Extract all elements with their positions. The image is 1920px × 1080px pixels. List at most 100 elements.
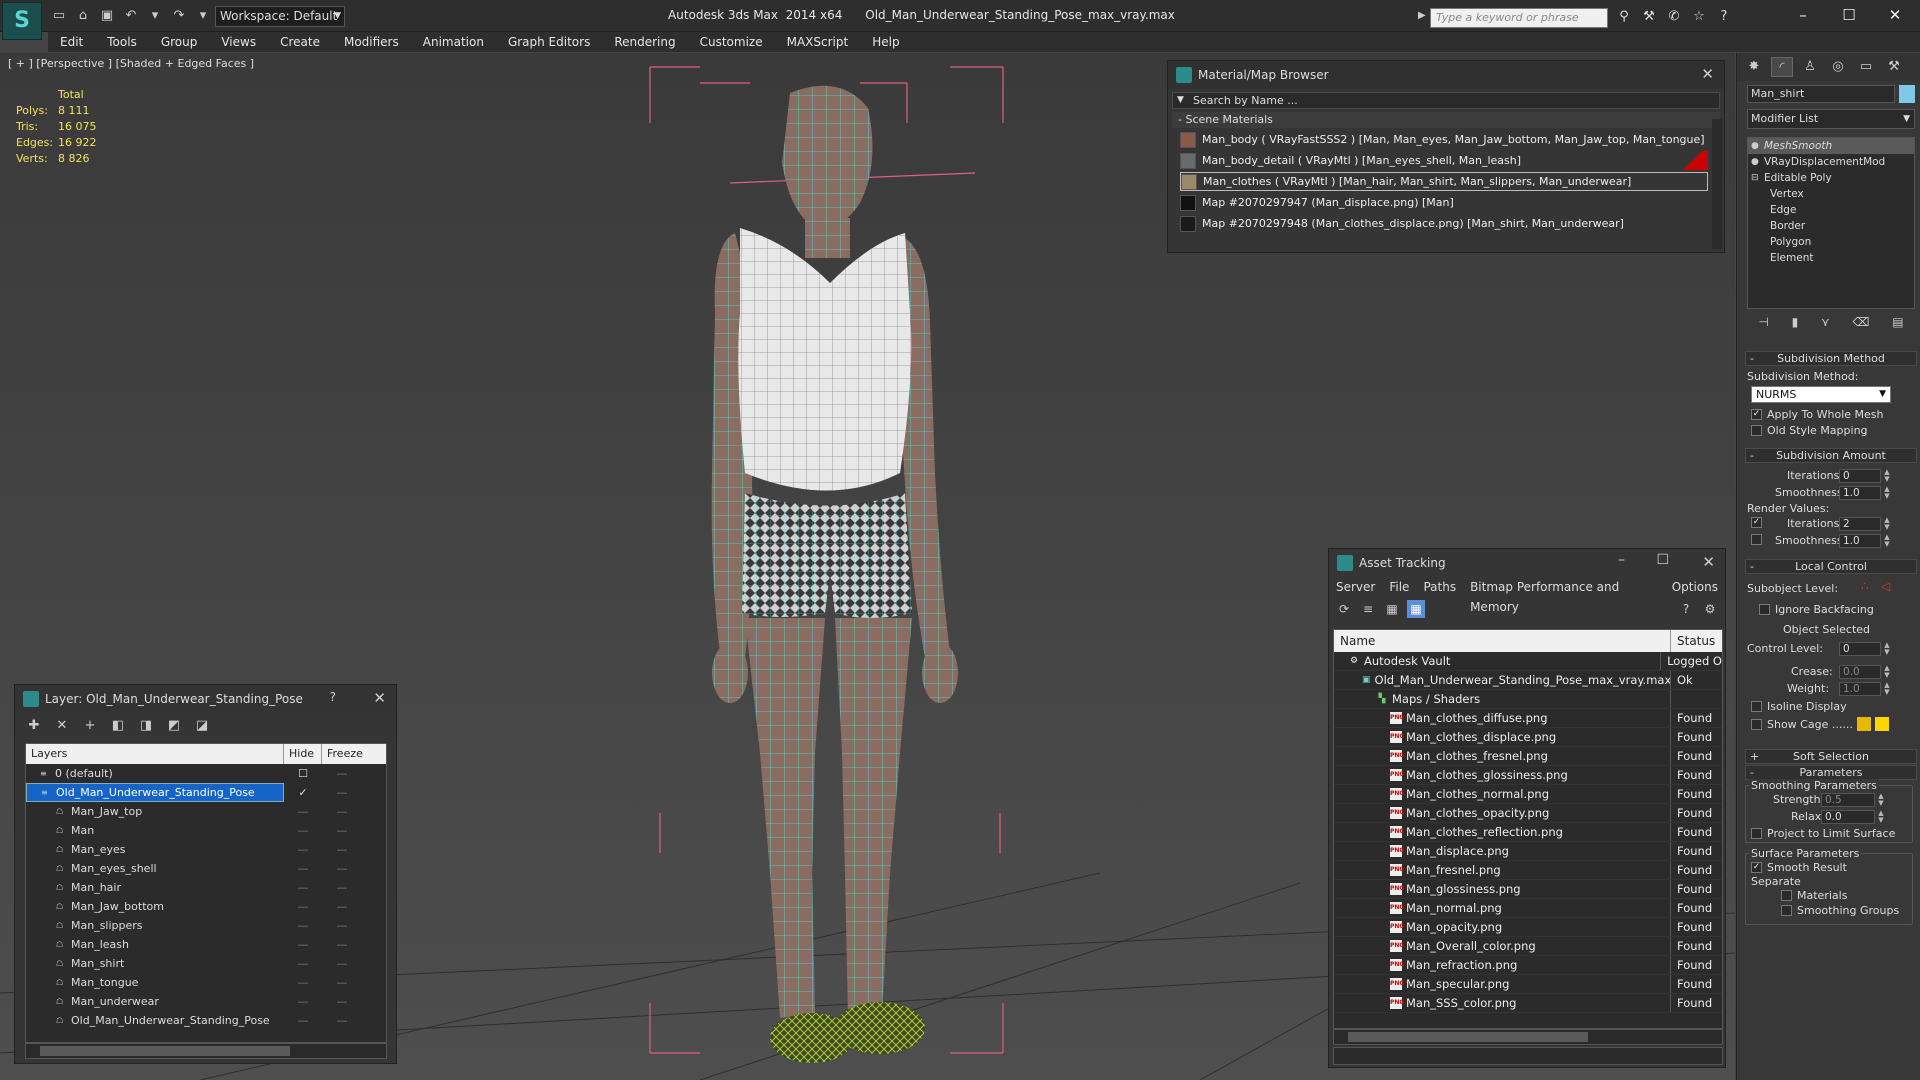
freeze-toggle[interactable]: — (322, 935, 362, 954)
display-tab-icon[interactable]: ▭ (1855, 57, 1877, 77)
menu-maxscript[interactable]: MAXScript (775, 32, 861, 52)
crease-spinner-icon[interactable]: ▲ ▼ (1883, 665, 1891, 679)
hide-all-icon[interactable]: ◩ (165, 717, 183, 735)
menu-modifiers[interactable]: Modifiers (332, 32, 411, 52)
communication-icon[interactable]: ✆ (1665, 8, 1683, 26)
apply-whole-mesh-checkbox[interactable]: ✓ (1751, 409, 1762, 420)
modifier-list-dropdown[interactable]: Modifier List ▼ (1747, 109, 1915, 129)
menu-paths[interactable]: Paths (1416, 577, 1463, 597)
viewport-label[interactable]: [ + ] [Perspective ] [Shaded + Edged Fac… (8, 57, 254, 70)
settings-icon[interactable]: ⚙ (1701, 600, 1719, 618)
asset-row[interactable]: PNG Man_glossiness.png Found (1334, 880, 1722, 899)
make-unique-icon[interactable]: ⋎ (1821, 315, 1830, 333)
asset-row[interactable]: PNG Man_clothes_opacity.png Found (1334, 804, 1722, 823)
hide-toggle[interactable]: — (284, 821, 322, 840)
freeze-toggle[interactable]: — (322, 897, 362, 916)
layer-row[interactable]: ☖ Man_Jaw_bottom — — (26, 897, 386, 916)
layer-table-hscrollbar[interactable] (25, 1043, 387, 1059)
asset-row[interactable]: PNG Man_opacity.png Found (1334, 918, 1722, 937)
layer-manager-titlebar[interactable]: Layer: Old_Man_Underwear_Standing_Pose ?… (15, 685, 396, 713)
freeze-toggle[interactable]: — (322, 840, 362, 859)
favorites-star-icon[interactable]: ☆ (1690, 8, 1708, 26)
column-freeze[interactable]: Freeze (322, 744, 363, 764)
smoothness-field[interactable]: 1.0 (1839, 486, 1881, 500)
menu-file[interactable]: File (1382, 577, 1416, 597)
stack-item-editable-poly[interactable]: ⊟ Editable Poly (1748, 170, 1914, 186)
layer-row[interactable]: ☖ Man_eyes_shell — — (26, 859, 386, 878)
create-tab-icon[interactable]: ✸ (1743, 57, 1765, 77)
freeze-toggle[interactable]: — (322, 973, 362, 992)
show-end-result-icon[interactable]: ▮ (1792, 315, 1799, 333)
stack-item-vraydisplacement[interactable]: ● VRayDisplacementMod (1748, 154, 1914, 170)
render-smoothness-field[interactable]: 1.0 (1839, 534, 1881, 548)
thumbnail-view-icon[interactable]: ▦ (1383, 600, 1401, 618)
ignore-backfacing-checkbox[interactable] (1759, 604, 1770, 615)
close-icon[interactable]: ✕ (1872, 2, 1918, 28)
refresh-icon[interactable]: ⟳ (1335, 600, 1353, 618)
asset-row[interactable]: PNG Man_normal.png Found (1334, 899, 1722, 918)
asset-row[interactable]: PNG Man_SSS_color.png Found (1334, 994, 1722, 1013)
hide-toggle[interactable]: — (284, 802, 322, 821)
material-item[interactable]: Man_body ( VRayFastSSS2 ) [Man, Man_eyes… (1180, 130, 1708, 149)
layer-row[interactable]: ☖ Man_shirt — — (26, 954, 386, 973)
freeze-toggle[interactable]: — (322, 783, 362, 802)
workspace-dropdown[interactable]: Workspace: Default ▼ (215, 6, 345, 27)
rollout-soft-selection[interactable]: + Soft Selection (1745, 749, 1917, 764)
menu-tools[interactable]: Tools (95, 32, 149, 52)
pin-stack-icon[interactable]: ⊣ (1758, 315, 1768, 333)
layer-row[interactable]: ☖ Man_Jaw_top — — (26, 802, 386, 821)
column-layers[interactable]: Layers (26, 744, 284, 764)
iterations-field[interactable]: 0 (1839, 469, 1881, 483)
hide-toggle[interactable]: — (284, 973, 322, 992)
stack-item-polygon[interactable]: Polygon (1748, 234, 1914, 250)
strength-spinner-icon[interactable]: ▲ ▼ (1877, 793, 1885, 807)
maximize-icon[interactable]: ☐ (1656, 552, 1669, 568)
column-status[interactable]: Status (1671, 630, 1715, 652)
redo-icon[interactable]: ↷ (170, 7, 188, 25)
new-file-icon[interactable]: ▭ (50, 7, 68, 25)
relax-spinner-icon[interactable]: ▲ ▼ (1877, 810, 1885, 824)
hide-toggle[interactable]: — (284, 859, 322, 878)
close-icon[interactable]: ✕ (373, 689, 386, 707)
column-hide[interactable]: Hide (284, 744, 322, 764)
freeze-toggle[interactable]: — (322, 821, 362, 840)
menu-animation[interactable]: Animation (411, 32, 496, 52)
menu-views[interactable]: Views (209, 32, 268, 52)
close-icon[interactable]: ✕ (1701, 65, 1714, 83)
weight-field[interactable]: 1.0 (1839, 682, 1881, 696)
hide-toggle[interactable]: — (284, 954, 322, 973)
subdivision-method-dropdown[interactable]: NURMS ▼ (1751, 386, 1891, 403)
freeze-toggle[interactable]: — (322, 954, 362, 973)
hide-toggle[interactable]: — (284, 840, 322, 859)
undo-icon[interactable]: ↶ (122, 7, 140, 25)
cage-color-1-swatch[interactable] (1857, 717, 1871, 731)
material-item[interactable]: Map #2070297947 (Man_displace.png) [Man] (1180, 193, 1708, 212)
app-logo-icon[interactable]: S (2, 2, 42, 40)
project-limit-surface-checkbox[interactable] (1751, 828, 1762, 839)
hide-toggle[interactable]: — (284, 1011, 322, 1030)
options-triangle-icon[interactable]: ▼ (1177, 93, 1184, 108)
layer-row[interactable]: ☖ Man — — (26, 821, 386, 840)
redo-dropdown-icon[interactable]: ▾ (194, 7, 212, 25)
open-file-icon[interactable]: ⌂ (74, 7, 92, 25)
iterations-spinner-icon[interactable]: ▲ ▼ (1883, 469, 1891, 483)
utilities-tab-icon[interactable]: ⚒ (1883, 57, 1905, 77)
freeze-toggle[interactable]: — (322, 802, 362, 821)
collapse-minus-icon[interactable]: ⊟ (1751, 170, 1761, 186)
stack-item-edge[interactable]: Edge (1748, 202, 1914, 218)
edge-subobject-icon[interactable]: ◁ (1881, 579, 1890, 593)
menu-rendering[interactable]: Rendering (602, 32, 687, 52)
asset-row[interactable]: ⚙ Autodesk Vault Logged O (1334, 652, 1722, 671)
stack-item-vertex[interactable]: Vertex (1748, 186, 1914, 202)
freeze-toggle[interactable]: — (322, 916, 362, 935)
select-objects-icon[interactable]: ◧ (109, 717, 127, 735)
asset-row[interactable]: PNG Man_fresnel.png Found (1334, 861, 1722, 880)
help-search-input[interactable]: Type a keyword or phrase (1430, 8, 1608, 28)
freeze-toggle[interactable]: — (322, 992, 362, 1011)
configure-sets-icon[interactable]: ▤ (1892, 315, 1903, 333)
scroll-thumb[interactable] (40, 1046, 290, 1056)
freeze-toggle[interactable]: — (322, 1011, 362, 1030)
hide-toggle[interactable]: ✓ (284, 783, 322, 802)
separate-materials-checkbox[interactable] (1781, 890, 1792, 901)
lightbulb-icon[interactable]: ● (1751, 154, 1761, 170)
